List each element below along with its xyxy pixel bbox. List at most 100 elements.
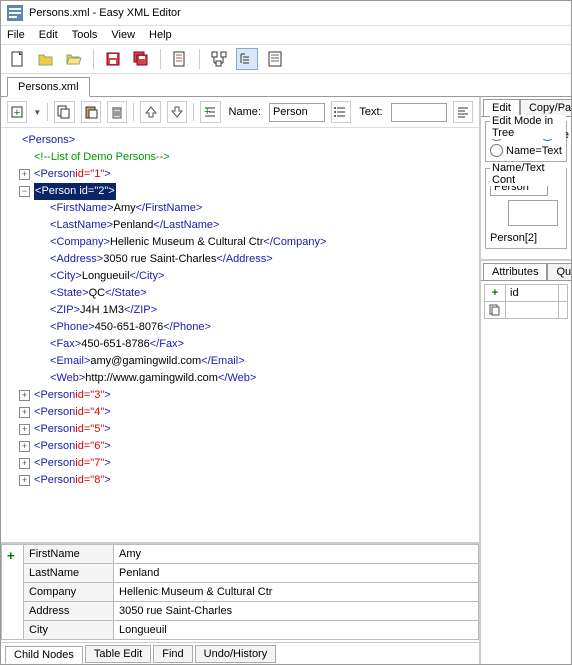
document-button[interactable]	[169, 48, 191, 70]
tab-attributes[interactable]: Attributes	[483, 263, 547, 280]
window-title: Persons.xml - Easy XML Editor	[29, 7, 181, 19]
svg-text:+: +	[204, 106, 210, 118]
delete-button[interactable]	[107, 101, 127, 123]
tree-node[interactable]: +<Person id="7">	[3, 455, 477, 472]
tree-node[interactable]: <FirstName>Amy</FirstName>	[3, 200, 477, 217]
indent-button[interactable]: +	[200, 101, 220, 123]
main-toolbar	[1, 45, 571, 74]
bottom-tabs: Child Nodes Table Edit Find Undo/History	[1, 642, 479, 664]
tree-node[interactable]: +<Person id="8">	[3, 472, 477, 489]
tree-node[interactable]: <State>QC</State>	[3, 285, 477, 302]
row-label: LastName	[24, 564, 114, 583]
tree-node[interactable]: <Web>http://www.gamingwild.com</Web>	[3, 370, 477, 387]
svg-text:+: +	[14, 107, 20, 119]
row-label: Address	[24, 602, 114, 621]
attr-name-cell[interactable]: id	[506, 285, 559, 302]
right-tabs: Edit Copy/Paste	[481, 97, 571, 117]
tab-quick[interactable]: Quick	[547, 263, 571, 280]
menu-file[interactable]: File	[7, 29, 25, 41]
row-value[interactable]: 3050 rue Saint-Charles	[114, 602, 479, 621]
expand-icon[interactable]: +	[19, 407, 30, 418]
row-value[interactable]: Hellenic Museum & Cultural Ctr	[114, 583, 479, 602]
name-label: Name:	[229, 106, 261, 118]
tab-find[interactable]: Find	[153, 645, 192, 663]
paste-button[interactable]	[81, 101, 101, 123]
text-label: Text:	[359, 106, 382, 118]
tree-node[interactable]: <Fax>450-651-8786</Fax>	[3, 336, 477, 353]
menu-view[interactable]: View	[111, 29, 135, 41]
add-row-button[interactable]: +	[7, 548, 15, 563]
child-nodes-table: + FirstNameAmy LastNamePenland CompanyHe…	[1, 544, 479, 640]
expand-icon[interactable]: +	[19, 458, 30, 469]
tab-child-nodes[interactable]: Child Nodes	[5, 646, 83, 664]
text-content-input[interactable]	[508, 200, 558, 226]
row-value[interactable]: Penland	[114, 564, 479, 583]
new-file-button[interactable]	[7, 48, 29, 70]
xml-tree[interactable]: <Persons> <!--List of Demo Persons--> +<…	[1, 128, 479, 542]
edit-mode-legend: Edit Mode in Tree	[490, 115, 566, 139]
node-path: Person[2]	[490, 232, 562, 244]
tree-node-selected[interactable]: −<Person id="2">	[3, 183, 477, 200]
expand-icon[interactable]: +	[19, 169, 30, 180]
document-tab[interactable]: Persons.xml	[7, 77, 90, 97]
expand-icon[interactable]: +	[19, 424, 30, 435]
tree-node[interactable]: <City>Longueuil</City>	[3, 268, 477, 285]
text-input[interactable]	[391, 103, 447, 122]
add-node-button[interactable]: +	[7, 101, 27, 123]
tree-node[interactable]: +<Person id="6">	[3, 438, 477, 455]
copy-button[interactable]	[54, 101, 74, 123]
document-tabs: Persons.xml	[1, 74, 571, 97]
row-label: Company	[24, 583, 114, 602]
app-icon	[7, 5, 23, 21]
tab-copy-paste[interactable]: Copy/Paste	[520, 99, 571, 116]
menu-bar: File Edit Tools View Help	[1, 26, 571, 45]
tree-node[interactable]: <Address>3050 rue Saint-Charles</Address…	[3, 251, 477, 268]
row-value[interactable]: Longueuil	[114, 621, 479, 640]
bottom-panel: + FirstNameAmy LastNamePenland CompanyHe…	[1, 542, 479, 664]
attributes-table: + id	[484, 284, 568, 319]
tab-edit[interactable]: Edit	[483, 99, 520, 116]
collapse-icon[interactable]: −	[19, 186, 30, 197]
name-input[interactable]	[269, 103, 325, 122]
text-view-button[interactable]	[264, 48, 286, 70]
align-button[interactable]	[453, 101, 473, 123]
menu-help[interactable]: Help	[149, 29, 172, 41]
expand-icon[interactable]: +	[19, 475, 30, 486]
tree-view-button[interactable]	[208, 48, 230, 70]
open-file-button[interactable]	[35, 48, 57, 70]
tree-node[interactable]: +<Person id="3">	[3, 387, 477, 404]
open-folder-button[interactable]	[63, 48, 85, 70]
menu-edit[interactable]: Edit	[39, 29, 58, 41]
tree-node[interactable]: +<Person id="1">	[3, 166, 477, 183]
radio-name-text[interactable]: Name=Text	[490, 144, 562, 157]
tree-node[interactable]: <Email>amy@gamingwild.com</Email>	[3, 353, 477, 370]
save-button[interactable]	[102, 48, 124, 70]
title-bar: Persons.xml - Easy XML Editor	[1, 1, 571, 26]
move-up-button[interactable]	[140, 101, 160, 123]
save-all-button[interactable]	[130, 48, 152, 70]
row-label: City	[24, 621, 114, 640]
edit-mode-group: Edit Mode in Tree Name Te Name=Text	[485, 121, 567, 162]
tree-node[interactable]: +<Person id="5">	[3, 421, 477, 438]
list-view-button[interactable]	[236, 48, 258, 70]
tree-node[interactable]: +<Person id="4">	[3, 404, 477, 421]
tree-node[interactable]: <ZIP>J4H 1M3</ZIP>	[3, 302, 477, 319]
tab-table-edit[interactable]: Table Edit	[85, 645, 151, 663]
name-text-legend: Name/Text Cont	[490, 162, 566, 186]
menu-tools[interactable]: Tools	[72, 29, 98, 41]
tree-node[interactable]: <Company>Hellenic Museum & Cultural Ctr<…	[3, 234, 477, 251]
tree-node[interactable]: <Phone>450-651-8076</Phone>	[3, 319, 477, 336]
list-icon-button[interactable]	[331, 101, 351, 123]
tree-toolbar: + ▼ + Name: Text:	[1, 97, 479, 128]
tree-node[interactable]: <LastName>Penland</LastName>	[3, 217, 477, 234]
row-label: FirstName	[24, 545, 114, 564]
row-value[interactable]: Amy	[114, 545, 479, 564]
tab-undo-history[interactable]: Undo/History	[195, 645, 277, 663]
expand-icon[interactable]: +	[19, 390, 30, 401]
expand-icon[interactable]: +	[19, 441, 30, 452]
move-down-button[interactable]	[167, 101, 187, 123]
add-attr-button[interactable]: +	[485, 285, 506, 302]
copy-attr-button[interactable]	[485, 302, 506, 319]
name-text-group: Name/Text Cont Person[2]	[485, 168, 567, 249]
attr-tabs: Attributes Quick	[481, 261, 571, 281]
